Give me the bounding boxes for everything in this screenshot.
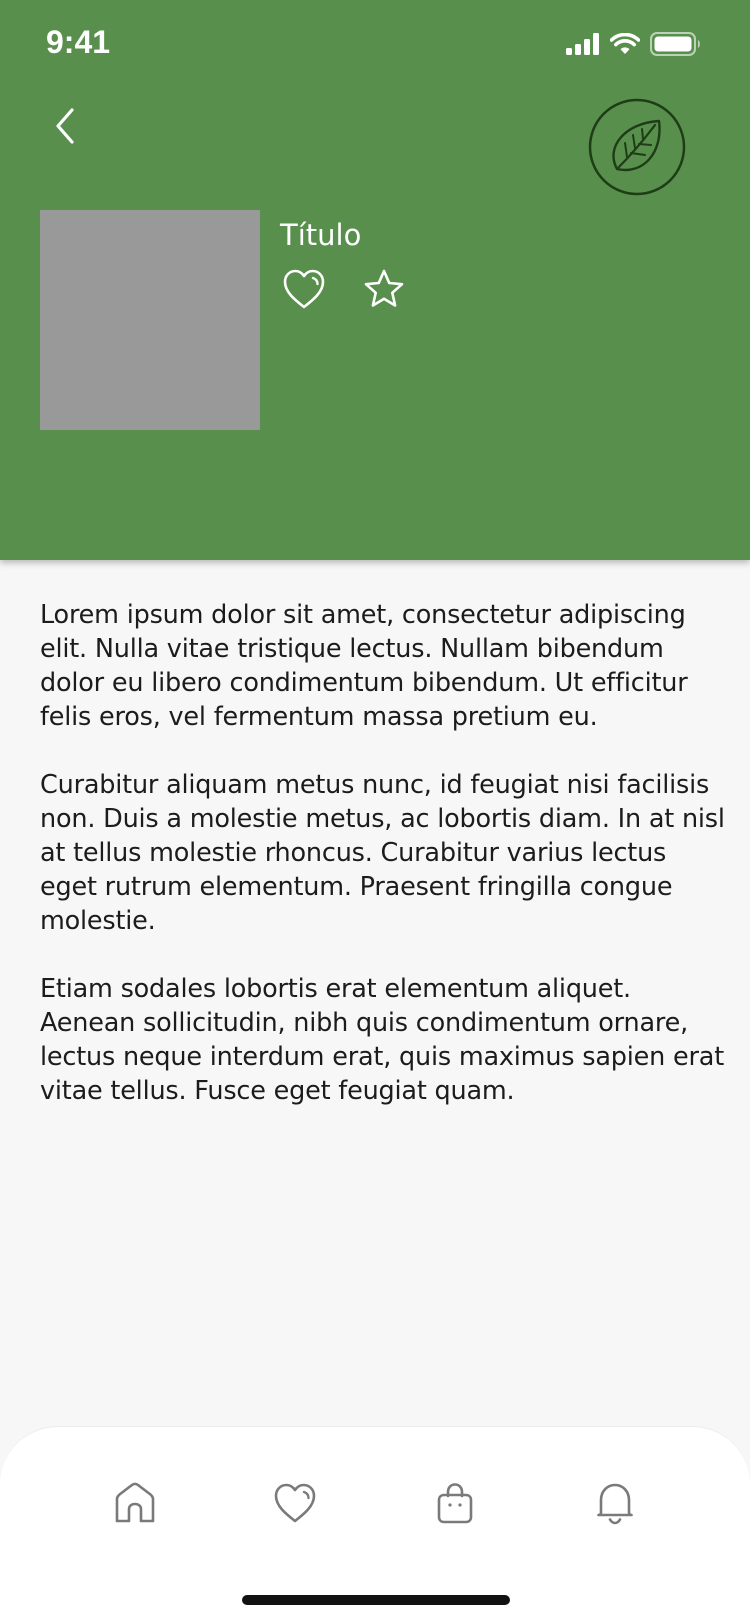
product-description: Lorem ipsum dolor sit amet, consectetur … xyxy=(40,598,730,1142)
heart-icon xyxy=(274,1483,316,1523)
product-image-placeholder xyxy=(40,210,260,430)
tab-home[interactable] xyxy=(103,1471,167,1535)
tab-favorites[interactable] xyxy=(263,1471,327,1535)
favorite-button[interactable] xyxy=(280,265,328,313)
star-icon xyxy=(364,269,404,307)
back-button[interactable] xyxy=(40,96,90,156)
status-bar: 9:41 xyxy=(0,0,750,90)
signal-icon xyxy=(566,33,599,55)
header: 9:41 Título xyxy=(0,0,750,560)
tab-notifications[interactable] xyxy=(583,1471,647,1535)
chevron-left-icon xyxy=(56,108,74,144)
product-actions xyxy=(280,265,408,313)
battery-icon xyxy=(650,32,700,56)
bell-icon xyxy=(597,1483,633,1525)
status-time: 9:41 xyxy=(46,24,111,60)
wifi-icon xyxy=(610,33,640,54)
shopping-bag-icon xyxy=(437,1483,473,1524)
heart-icon xyxy=(283,269,325,309)
tab-bag[interactable] xyxy=(423,1471,487,1535)
home-icon xyxy=(115,1482,155,1523)
product-title: Título xyxy=(280,218,362,252)
home-indicator xyxy=(242,1595,510,1605)
description-paragraph: Etiam sodales lobortis erat elementum al… xyxy=(40,974,725,1106)
rate-button[interactable] xyxy=(360,265,408,313)
leaf-icon xyxy=(588,98,686,196)
status-icons xyxy=(566,32,702,56)
description-paragraph: Lorem ipsum dolor sit amet, consectetur … xyxy=(40,600,688,732)
description-paragraph: Curabitur aliquam metus nunc, id feugiat… xyxy=(40,770,725,936)
